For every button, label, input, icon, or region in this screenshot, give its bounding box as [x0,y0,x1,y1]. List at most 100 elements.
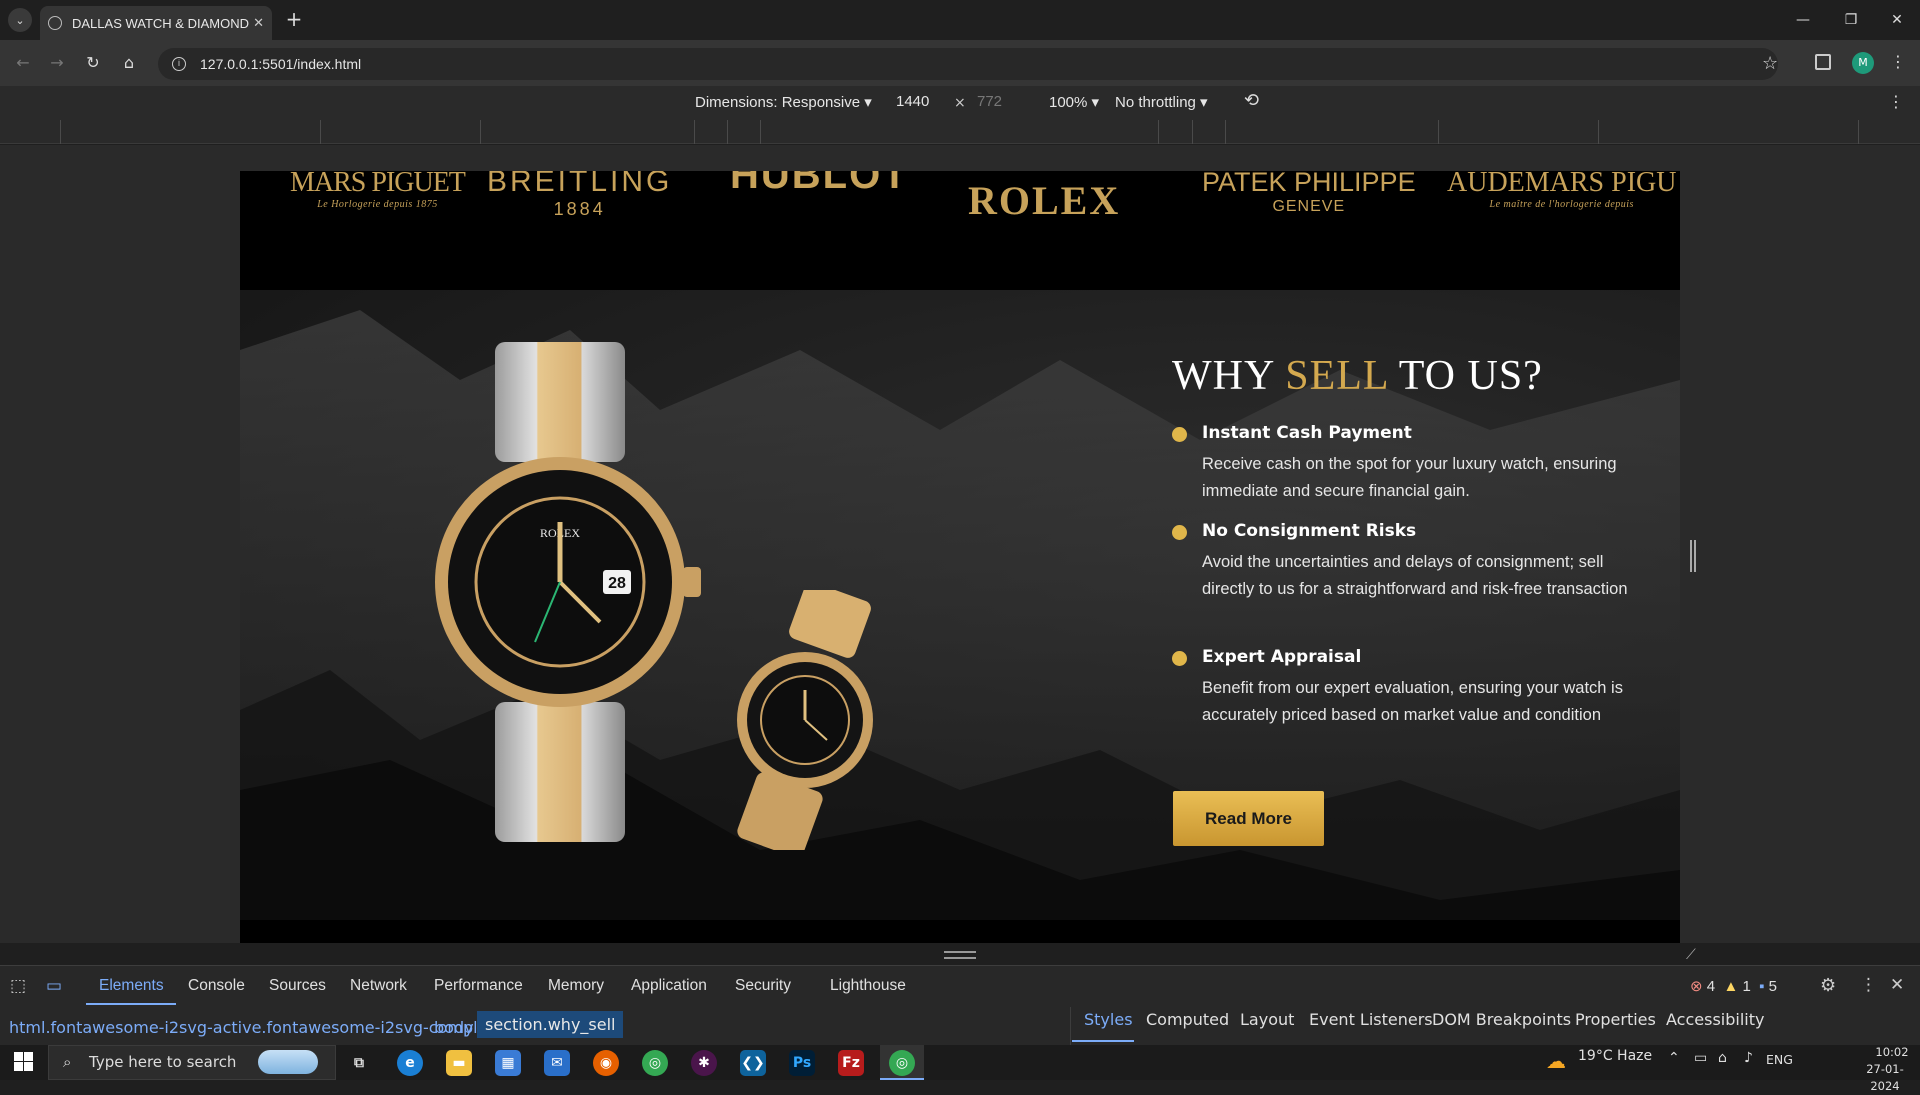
brand-logo[interactable]: HUBLOT [730,171,909,198]
brand-logo[interactable]: AUDEMARS PIGU Le maître de l'horlogerie … [1447,171,1676,210]
devtools-tab-security[interactable]: Security [735,977,791,995]
error-count: 4 [1706,978,1716,995]
profile-avatar[interactable]: M [1852,52,1874,74]
styles-tab-styles[interactable]: Styles [1084,1010,1133,1029]
styles-tab-computed[interactable]: Computed [1146,1010,1229,1029]
bookmark-star-icon[interactable]: ☆ [1762,53,1778,74]
address-bar[interactable]: i 127.0.0.1:5501/index.html [158,48,1778,80]
home-icon[interactable]: ⌂ [116,50,142,76]
photoshop-icon[interactable]: Ps [789,1050,815,1076]
search-highlight-cloud-icon [258,1050,318,1074]
vscode-icon[interactable]: ❮❯ [740,1050,766,1076]
device-toolbar-menu-icon[interactable]: ⋮ [1888,92,1904,111]
brand-logo[interactable]: PATEK PHILIPPE GENEVE [1202,171,1416,216]
styles-tab-properties[interactable]: Properties [1575,1010,1656,1029]
filezilla-icon[interactable]: Fz [838,1050,864,1076]
feature-title: No Consignment Risks [1202,521,1417,541]
ruler-tick [727,120,728,144]
devtools-tab-memory[interactable]: Memory [548,977,604,995]
feature-item: Instant Cash Payment Receive cash on the… [1172,423,1632,503]
brand-logo[interactable]: MARS PIGUET Le Horlogerie depuis 1875 [290,171,466,210]
volume-icon[interactable]: ♪ [1744,1050,1753,1066]
devtools-close-icon[interactable]: ✕ [1890,975,1904,995]
task-view-icon[interactable]: ⧉ [346,1050,372,1076]
close-tab-icon[interactable]: ✕ [253,16,264,31]
chrome-menu-icon[interactable]: ⋮ [1890,52,1906,71]
globe-icon [48,16,62,30]
brand-logo[interactable]: BREITLING 1884 [487,171,672,220]
devtools-tab-performance[interactable]: Performance [434,977,523,995]
read-more-button[interactable]: Read More [1173,791,1324,846]
windows-start-icon[interactable] [14,1052,34,1072]
firefox-icon[interactable]: ◉ [593,1050,619,1076]
devtools-tab-lighthouse[interactable]: Lighthouse [830,977,906,995]
device-toggle-icon[interactable]: ▭ [46,976,62,996]
dimensions-dropdown[interactable]: Dimensions: Responsive ▾ [695,93,872,111]
ruler-tick [1598,120,1599,144]
viewport-resize-handle[interactable] [1690,540,1696,572]
language-indicator[interactable]: ENG [1766,1052,1793,1067]
brand-name: MARS PIGUET [290,171,466,198]
feature-title: Instant Cash Payment [1202,423,1412,443]
devtools-tab-sources[interactable]: Sources [269,977,326,995]
zoom-dropdown[interactable]: 100% ▾ [1049,93,1099,111]
brand-name: PATEK PHILIPPE [1202,171,1416,197]
devtools-tab-network[interactable]: Network [350,977,407,995]
battery-icon[interactable]: ▭ [1694,1050,1707,1066]
styles-tab-event-listeners[interactable]: Event Listeners [1309,1010,1433,1029]
devtools-tab-application[interactable]: Application [631,977,707,995]
rotate-icon[interactable]: ⟲ [1244,90,1259,111]
weather-text[interactable]: 19°C Haze [1578,1048,1652,1064]
brand-sub: 1884 [553,199,606,219]
styles-tab-accessibility[interactable]: Accessibility [1666,1010,1764,1029]
brand-logo[interactable]: ROLEX [968,177,1120,224]
new-tab-plus-icon[interactable]: + [282,8,306,32]
inspect-element-icon[interactable]: ⬚ [10,976,26,996]
height-input[interactable]: 772 [977,93,1002,110]
tab-search-chevron-icon[interactable]: ⌄ [8,8,32,32]
breadcrumb-body[interactable]: body [434,1018,474,1037]
breadcrumb-html[interactable]: html.fontawesome-i2svg-active.fontawesom… [9,1018,504,1037]
corner-resize-icon[interactable]: ⟋ [1686,947,1696,963]
settings-gear-icon[interactable]: ⚙ [1820,975,1836,996]
window-close-icon[interactable]: ✕ [1874,6,1920,34]
brand-sub: Le Horlogerie depuis 1875 [317,199,438,210]
width-input[interactable]: 1440 [896,93,929,110]
devtools-menu-icon[interactable]: ⋮ [1860,975,1877,995]
styles-tab-dom-breakpoints[interactable]: DOM Breakpoints [1432,1010,1571,1029]
site-info-icon[interactable]: i [172,57,186,71]
edge-icon[interactable]: e [397,1050,423,1076]
brand-logos-strip: MARS PIGUET Le Horlogerie depuis 1875 BR… [240,171,1680,290]
throttling-dropdown[interactable]: No throttling ▾ [1115,93,1208,111]
file-explorer-icon[interactable]: ▬ [446,1050,472,1076]
tab-title: DALLAS WATCH & DIAMOND [72,15,249,31]
back-arrow-icon[interactable]: ← [10,50,36,76]
chrome-icon[interactable]: ◎ [642,1050,668,1076]
forward-arrow-icon[interactable]: → [44,50,70,76]
message-icon: ▪ [1759,978,1765,995]
reload-icon[interactable]: ↻ [80,50,106,76]
section-bottom-strip [240,920,1680,943]
tray-chevron-icon[interactable]: ⌃ [1668,1050,1680,1066]
devtools-tab-console[interactable]: Console [188,977,245,995]
chrome-profile-icon[interactable]: ◎ [889,1050,915,1076]
browser-tab-active[interactable]: DALLAS WATCH & DIAMOND ✕ [40,6,272,40]
devtools-drag-handle[interactable] [944,951,976,959]
ruler-tick [1192,120,1193,144]
devtools-tab-elements[interactable]: Elements [99,977,164,995]
side-panel-icon[interactable] [1815,54,1831,70]
clock-time: 10:02 [1875,1045,1909,1059]
taskbar-clock[interactable]: 10:02 27-01-2024 [1866,1044,1920,1095]
styles-tab-layout[interactable]: Layout [1240,1010,1294,1029]
store-icon[interactable]: ▦ [495,1050,521,1076]
minimize-icon[interactable]: — [1780,6,1826,34]
restore-icon[interactable]: ❐ [1828,6,1874,34]
issues-counter[interactable]: ⊗ 4 ▲ 1 ▪ 5 [1690,977,1777,995]
network-icon[interactable]: ⌂ [1718,1050,1727,1066]
mail-icon[interactable]: ✉ [544,1050,570,1076]
slack-icon[interactable]: ✱ [691,1050,717,1076]
media-query-ruler[interactable] [0,120,1920,144]
breadcrumb-section[interactable]: section.why_sell [477,1011,624,1038]
ruler-tick [760,120,761,144]
brand-name: ROLEX [968,178,1121,223]
